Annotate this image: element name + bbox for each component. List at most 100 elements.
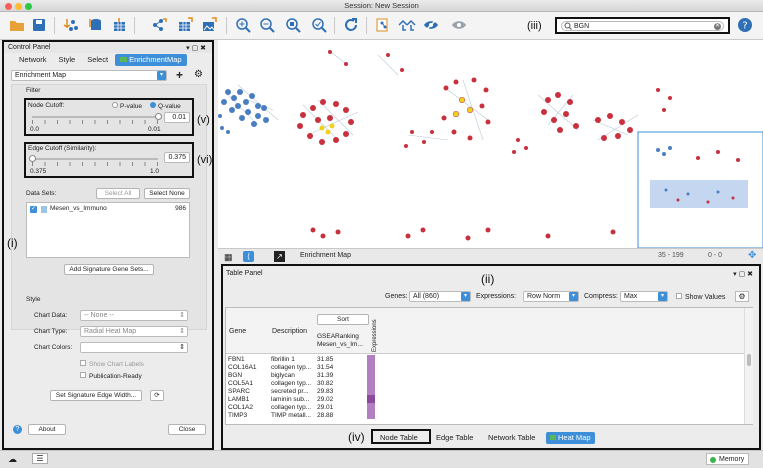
tab-node-table[interactable]: Node Table bbox=[376, 432, 422, 444]
navigate-icon[interactable]: ✥ bbox=[748, 250, 756, 261]
refresh-icon[interactable]: ⟳ bbox=[150, 390, 164, 401]
set-edge-width-button[interactable]: Set Signature Edge Width... bbox=[50, 390, 142, 401]
import-table-file-icon[interactable] bbox=[110, 16, 128, 34]
tab-style[interactable]: Style bbox=[54, 54, 81, 66]
window-titlebar: Session: New Session bbox=[0, 0, 763, 12]
select-none-button[interactable]: Select None bbox=[144, 188, 190, 199]
genes-select[interactable]: All (860) ▾ bbox=[409, 291, 471, 302]
pvalue-radio[interactable]: P-value bbox=[112, 102, 142, 110]
show-chart-labels-checkbox[interactable]: Show Chart Labels bbox=[80, 360, 144, 368]
new-network-from-selection-icon[interactable] bbox=[374, 16, 392, 34]
annotation-iv: (iv) bbox=[348, 430, 365, 444]
refresh-icon[interactable] bbox=[342, 16, 360, 34]
hide-selected-icon[interactable] bbox=[422, 16, 440, 34]
control-panel-tabs: Network Style Select EnrichmentMap bbox=[14, 54, 187, 66]
table-row[interactable]: COL16A1 collagen typ... 31.54 bbox=[226, 363, 375, 371]
select-all-button[interactable]: Select All bbox=[96, 188, 140, 199]
gene-cell: COL1A2 bbox=[228, 403, 253, 411]
edge-selection-count: 0 - 0 bbox=[708, 252, 723, 259]
share-icon[interactable]: ⟨ bbox=[243, 251, 254, 262]
table-row[interactable]: LAMB1 laminin sub... 29.02 bbox=[226, 395, 375, 403]
slider-thumb[interactable] bbox=[155, 113, 162, 120]
import-network-icon[interactable] bbox=[62, 16, 80, 34]
column-header-expressions[interactable]: Expressions bbox=[371, 312, 381, 352]
export-network-icon[interactable] bbox=[150, 16, 168, 34]
zoom-selected-icon[interactable] bbox=[310, 16, 328, 34]
sort-button[interactable]: Sort bbox=[317, 314, 369, 325]
column-header-ranking-dataset: Mesen_vs_Im... bbox=[317, 341, 363, 348]
chart-data-select[interactable]: -- None -- ⇕ bbox=[80, 310, 188, 321]
publication-ready-checkbox[interactable]: Publication-Ready bbox=[80, 372, 142, 380]
chart-colors-select[interactable]: ⇕ bbox=[80, 342, 188, 353]
compress-select[interactable]: Max ▾ bbox=[620, 291, 668, 302]
add-icon[interactable]: + bbox=[176, 68, 183, 82]
about-button[interactable]: About bbox=[28, 424, 66, 435]
zoom-in-icon[interactable] bbox=[234, 16, 252, 34]
save-icon[interactable] bbox=[30, 16, 48, 34]
panel-window-controls[interactable]: ▾ ▢ ✖ bbox=[186, 43, 206, 54]
tab-enrichmentmap[interactable]: EnrichmentMap bbox=[115, 54, 187, 66]
table-row[interactable]: COL5A1 collagen typ... 30.82 bbox=[226, 379, 375, 387]
checkbox-checked-icon[interactable]: ✓ bbox=[30, 206, 37, 213]
node-cutoff-slider[interactable] bbox=[32, 113, 162, 120]
chevron-down-icon: ▾ bbox=[658, 292, 667, 301]
network-tab-label[interactable]: Enrichment Map bbox=[300, 252, 351, 259]
export-table-icon[interactable] bbox=[176, 16, 194, 34]
cloud-icon[interactable]: ☁ bbox=[8, 454, 17, 465]
tab-select[interactable]: Select bbox=[82, 54, 113, 66]
description-cell: fibrillin 1 bbox=[271, 355, 295, 363]
slider-thumb[interactable] bbox=[29, 155, 36, 162]
home-icon[interactable] bbox=[398, 16, 416, 34]
chevron-down-icon: ▾ bbox=[461, 292, 470, 301]
open-folder-icon[interactable] bbox=[8, 16, 26, 34]
tab-network[interactable]: Network bbox=[14, 54, 52, 66]
vertical-scrollbar[interactable] bbox=[744, 308, 753, 424]
panel-window-controls[interactable]: ▾ ▢ ✖ bbox=[733, 270, 753, 278]
grid-icon[interactable]: ▦ bbox=[224, 252, 233, 263]
tab-network-table[interactable]: Network Table bbox=[484, 432, 539, 444]
table-row[interactable]: TIMP3 TIMP metall... 28.88 bbox=[226, 411, 375, 419]
tab-heat-map[interactable]: Heat Map bbox=[546, 432, 595, 444]
export-image-icon[interactable] bbox=[200, 16, 218, 34]
list-icon[interactable]: ☰ bbox=[32, 453, 48, 464]
chart-type-select[interactable]: Radial Heat Map ⇕ bbox=[80, 326, 188, 337]
table-row[interactable]: BGN biglycan 31.39 bbox=[226, 371, 375, 379]
list-item[interactable]: ✓ Mesen_vs_Immuno 986 bbox=[27, 205, 189, 215]
zoom-out-icon[interactable] bbox=[258, 16, 276, 34]
tab-edge-table[interactable]: Edge Table bbox=[432, 432, 477, 444]
memory-button[interactable]: Memory bbox=[706, 453, 750, 465]
qvalue-radio[interactable]: Q-value bbox=[150, 102, 181, 110]
gear-icon[interactable]: ⚙ bbox=[194, 69, 203, 80]
network-canvas[interactable] bbox=[218, 40, 763, 249]
clear-search-icon[interactable]: ✕ bbox=[714, 23, 721, 30]
column-header-description[interactable]: Description bbox=[272, 328, 307, 335]
score-cell: 29.02 bbox=[317, 395, 334, 403]
gear-icon[interactable]: ⚙ bbox=[735, 291, 749, 302]
column-header-gene[interactable]: Gene bbox=[229, 328, 246, 335]
show-all-icon[interactable] bbox=[450, 16, 468, 34]
edge-cutoff-field[interactable]: 0.375 bbox=[164, 152, 190, 163]
minimize-window-button[interactable] bbox=[15, 3, 22, 10]
table-row[interactable]: FBN1 fibrillin 1 31.85 bbox=[226, 355, 375, 363]
expand-arrow-icon[interactable]: ↗ bbox=[274, 251, 285, 262]
datasets-list: ✓ Mesen_vs_Immuno 986 bbox=[26, 202, 190, 258]
search-input[interactable]: BGN ✕ bbox=[561, 21, 724, 31]
edge-cutoff-slider[interactable] bbox=[29, 155, 158, 162]
table-row[interactable]: COL1A2 collagen typ... 29.01 bbox=[226, 403, 375, 411]
show-values-checkbox[interactable]: Show Values bbox=[676, 293, 725, 301]
add-signature-button[interactable]: Add Signature Gene Sets... bbox=[64, 264, 154, 275]
gene-cell: SPARC bbox=[228, 387, 250, 395]
node-cutoff-field[interactable]: 0.01 bbox=[164, 112, 190, 123]
enrichment-map-select[interactable]: Enrichment Map ▾ bbox=[11, 70, 167, 81]
scrollbar-thumb[interactable] bbox=[747, 354, 751, 366]
zoom-fit-icon[interactable] bbox=[284, 16, 302, 34]
zoom-window-button[interactable] bbox=[25, 3, 32, 10]
help-icon[interactable]: ? bbox=[736, 16, 754, 34]
help-icon[interactable]: ? bbox=[13, 425, 22, 434]
close-button[interactable]: Close bbox=[168, 424, 206, 435]
import-table-icon[interactable] bbox=[86, 16, 104, 34]
column-header-ranking[interactable]: GSEARanking bbox=[317, 333, 359, 340]
close-window-button[interactable] bbox=[5, 3, 12, 10]
table-row[interactable]: SPARC secreted pr... 29.83 bbox=[226, 387, 375, 395]
expressions-select[interactable]: Row Norm ▾ bbox=[523, 291, 579, 302]
